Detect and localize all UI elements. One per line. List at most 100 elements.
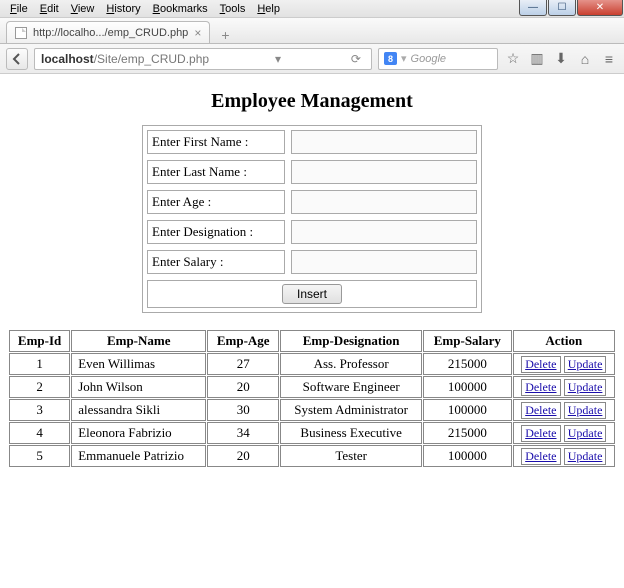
url-path: /Site/emp_CRUD.php [94,52,209,66]
label-salary: Enter Salary : [147,250,285,274]
menu-help[interactable]: Help [251,2,286,16]
delete-link[interactable]: Delete [521,448,560,465]
tab-bar: http://localho.../emp_CRUD.php × + [0,18,624,44]
table-row: 2John Wilson20Software Engineer100000Del… [9,376,615,398]
first-name-input[interactable] [291,130,477,154]
menu-edit[interactable]: Edit [34,2,65,16]
cell: 34 [207,422,279,444]
search-placeholder: Google [411,53,446,65]
menu-icon[interactable]: ≡ [600,51,618,67]
tab-title: http://localho.../emp_CRUD.php [33,27,188,39]
cell: Software Engineer [280,376,422,398]
cell: 3 [9,399,70,421]
cell: 5 [9,445,70,467]
col-emp-designation: Emp-Designation [280,330,422,352]
age-input[interactable] [291,190,477,214]
salary-input[interactable] [291,250,477,274]
search-input[interactable]: 8 ▾ Google [378,48,498,70]
delete-link[interactable]: Delete [521,425,560,442]
submit-row: Insert [147,280,477,308]
col-emp-salary: Emp-Salary [423,330,512,352]
cell: System Administrator [280,399,422,421]
cell: Eleonora Fabrizio [71,422,206,444]
google-icon: 8 [384,52,397,65]
downloads-icon[interactable]: ⬇ [552,50,570,67]
dropdown-icon[interactable]: ▾ [271,52,285,66]
delete-link[interactable]: Delete [521,379,560,396]
col-action: Action [513,330,615,352]
label-last-name: Enter Last Name : [147,160,285,184]
cell: 30 [207,399,279,421]
cell: 215000 [423,353,512,375]
cell: 100000 [423,445,512,467]
cell: 100000 [423,376,512,398]
designation-input[interactable] [291,220,477,244]
page-icon [15,27,27,39]
label-designation: Enter Designation : [147,220,285,244]
menu-history[interactable]: History [100,2,146,16]
update-link[interactable]: Update [564,379,607,396]
table-row: 5Emmanuele Patrizio20Tester100000Delete … [9,445,615,467]
update-link[interactable]: Update [564,356,607,373]
table-row: 3alessandra Sikli30System Administrator1… [9,399,615,421]
table-row: 4Eleonora Fabrizio34Business Executive21… [9,422,615,444]
menu-bookmarks[interactable]: Bookmarks [147,2,214,16]
menu-tools[interactable]: Tools [214,2,252,16]
window-controls: — ☐ ✕ [519,0,624,18]
cell: 1 [9,353,70,375]
close-button[interactable]: ✕ [577,0,623,16]
sidebar-icon[interactable]: ▥ [528,50,546,67]
employee-table: Emp-IdEmp-NameEmp-AgeEmp-DesignationEmp-… [8,329,616,468]
cell: Emmanuele Patrizio [71,445,206,467]
col-emp-age: Emp-Age [207,330,279,352]
minimize-button[interactable]: — [519,0,547,16]
update-link[interactable]: Update [564,425,607,442]
new-tab-button[interactable]: + [216,27,234,43]
last-name-input[interactable] [291,160,477,184]
cell: John Wilson [71,376,206,398]
cell: 100000 [423,399,512,421]
delete-link[interactable]: Delete [521,356,560,373]
back-button[interactable] [6,48,28,70]
cell-action: Delete Update [513,376,615,398]
tab-close-icon[interactable]: × [194,26,201,40]
cell: 2 [9,376,70,398]
tab-current[interactable]: http://localho.../emp_CRUD.php × [6,21,210,43]
label-age: Enter Age : [147,190,285,214]
cell: 20 [207,445,279,467]
insert-button[interactable]: Insert [282,284,342,304]
update-link[interactable]: Update [564,448,607,465]
maximize-button[interactable]: ☐ [548,0,576,16]
cell: Tester [280,445,422,467]
cell: 27 [207,353,279,375]
label-first-name: Enter First Name : [147,130,285,154]
form-box: Enter First Name : Enter Last Name : Ent… [142,125,482,313]
cell: 4 [9,422,70,444]
cell: Business Executive [280,422,422,444]
table-row: 1Even Willimas27Ass. Professor215000Dele… [9,353,615,375]
cell-action: Delete Update [513,422,615,444]
delete-link[interactable]: Delete [521,402,560,419]
cell-action: Delete Update [513,399,615,421]
arrow-left-icon [11,53,23,65]
cell: Even Willimas [71,353,206,375]
update-link[interactable]: Update [564,402,607,419]
bookmark-icon[interactable]: ☆ [504,50,522,67]
home-icon[interactable]: ⌂ [576,51,594,67]
cell: 215000 [423,422,512,444]
menu-file[interactable]: File [4,2,34,16]
cell-action: Delete Update [513,445,615,467]
menu-bar: FileEditViewHistoryBookmarksToolsHelp — … [0,0,624,18]
menu-view[interactable]: View [65,2,101,16]
col-emp-id: Emp-Id [9,330,70,352]
url-host: localhost [41,52,94,66]
col-emp-name: Emp-Name [71,330,206,352]
toolbar: localhost/Site/emp_CRUD.php ▾ ⟳ 8 ▾ Goog… [0,44,624,74]
cell: alessandra Sikli [71,399,206,421]
reload-icon[interactable]: ⟳ [347,52,365,66]
cell: Ass. Professor [280,353,422,375]
cell-action: Delete Update [513,353,615,375]
page-content: Employee Management Enter First Name : E… [0,74,624,476]
page-title: Employee Management [8,90,616,113]
url-input[interactable]: localhost/Site/emp_CRUD.php ▾ ⟳ [34,48,372,70]
